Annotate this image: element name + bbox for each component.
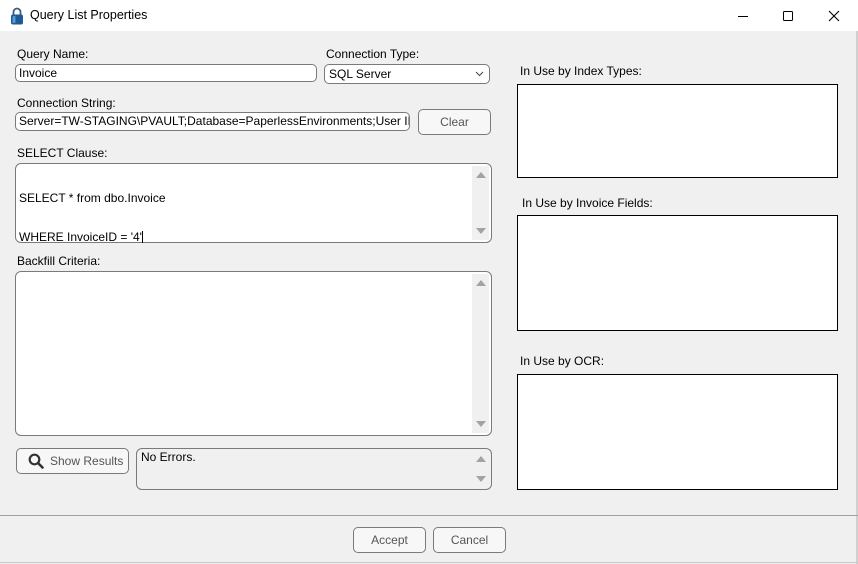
connection-string-value: Server=TW-STAGING\PVAULT;Database=Paperl…	[19, 114, 410, 128]
clear-button[interactable]: Clear	[418, 109, 491, 135]
accept-button-label: Accept	[371, 533, 408, 547]
search-icon	[28, 453, 44, 469]
index-types-list[interactable]	[517, 84, 838, 178]
connection-type-select[interactable]: SQL Server	[324, 64, 490, 84]
window-title: Query List Properties	[30, 8, 148, 22]
minimize-button[interactable]	[720, 0, 766, 31]
bottom-edge	[0, 562, 858, 563]
query-name-value: Invoice	[19, 66, 58, 80]
scroll-up-icon[interactable]	[476, 280, 486, 286]
backfill-criteria-scrollbar[interactable]	[472, 274, 489, 433]
close-icon	[828, 10, 840, 21]
status-scrollbar[interactable]	[472, 451, 489, 487]
connection-type-label: Connection Type:	[326, 47, 420, 61]
invoice-fields-list[interactable]	[517, 215, 838, 331]
invoice-fields-label: In Use by Invoice Fields:	[522, 196, 653, 210]
select-clause-line-1: SELECT * from dbo.Invoice	[19, 191, 166, 205]
scroll-up-icon[interactable]	[476, 172, 486, 178]
maximize-button[interactable]	[765, 0, 811, 31]
status-textarea[interactable]: No Errors.	[136, 448, 492, 490]
backfill-criteria-label: Backfill Criteria:	[17, 254, 101, 268]
maximize-icon	[783, 10, 793, 21]
footer-separator	[0, 515, 858, 516]
index-types-label: In Use by Index Types:	[520, 64, 642, 78]
select-clause-textarea[interactable]: SELECT * from dbo.Invoice WHERE InvoiceI…	[15, 163, 492, 244]
show-results-button[interactable]: Show Results	[16, 448, 129, 474]
backfill-criteria-textarea[interactable]	[15, 271, 492, 436]
scroll-down-icon[interactable]	[476, 476, 486, 482]
connection-string-label: Connection String:	[17, 96, 116, 110]
ocr-list[interactable]	[517, 374, 838, 490]
cancel-button-label: Cancel	[450, 533, 489, 547]
select-clause-line-2: WHERE InvoiceID = '4'	[19, 230, 142, 244]
select-clause-scrollbar[interactable]	[472, 166, 489, 240]
text-cursor	[141, 231, 143, 243]
cancel-button[interactable]: Cancel	[433, 527, 506, 553]
show-results-label: Show Results	[50, 454, 124, 468]
select-clause-label: SELECT Clause:	[17, 146, 108, 160]
title-bar: Query List Properties	[0, 0, 858, 31]
accept-button[interactable]: Accept	[353, 527, 426, 553]
status-text: No Errors.	[141, 450, 196, 464]
connection-string-input[interactable]: Server=TW-STAGING\PVAULT;Database=Paperl…	[15, 112, 410, 131]
scroll-down-icon[interactable]	[476, 228, 486, 234]
minimize-icon	[738, 15, 748, 17]
close-button[interactable]	[811, 0, 857, 31]
scroll-down-icon[interactable]	[476, 421, 486, 427]
ocr-label: In Use by OCR:	[520, 354, 605, 368]
scroll-up-icon[interactable]	[476, 456, 486, 462]
chevron-down-icon	[475, 71, 484, 77]
query-name-input[interactable]: Invoice	[15, 64, 317, 82]
connection-type-value: SQL Server	[329, 67, 392, 81]
query-name-label: Query Name:	[17, 47, 89, 61]
clear-button-label: Clear	[440, 115, 469, 129]
padlock-icon	[11, 7, 23, 25]
